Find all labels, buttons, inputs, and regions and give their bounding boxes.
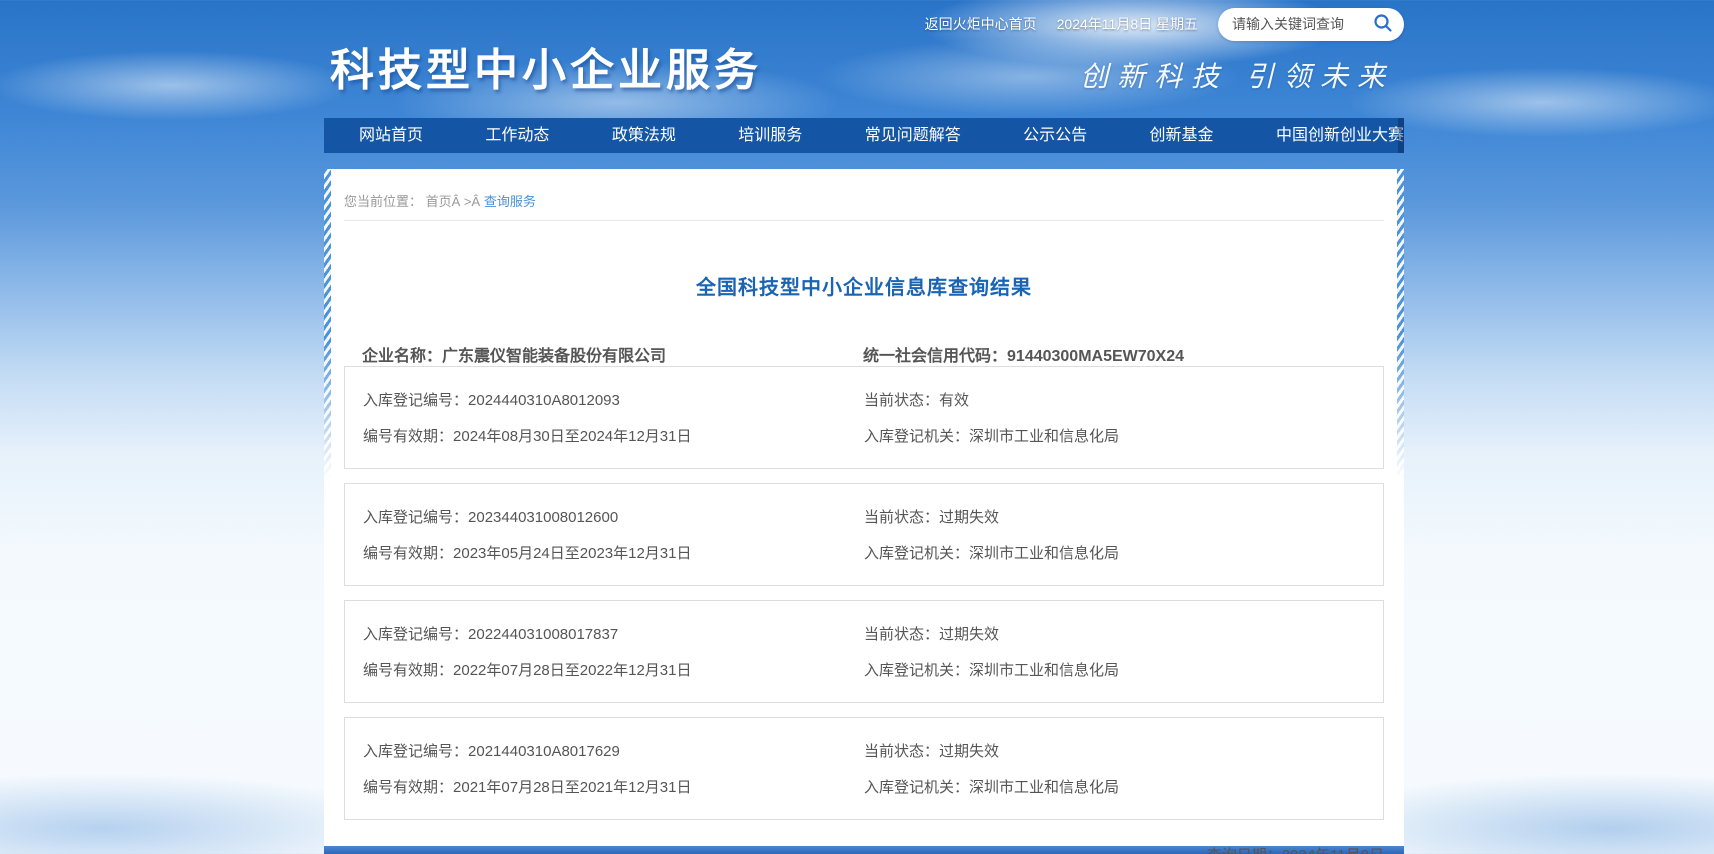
status-value: 过期失效 bbox=[939, 626, 1000, 643]
nav-item-work-news[interactable]: 工作动态 bbox=[485, 118, 549, 153]
site-slogan: 创新科技 引领未来 bbox=[1080, 60, 1394, 93]
search-button[interactable] bbox=[1371, 12, 1395, 36]
breadcrumb-current-link[interactable]: 查询服务 bbox=[484, 194, 536, 209]
search-icon bbox=[1373, 13, 1393, 36]
breadcrumb: 您当前位置： 首页Â >Â 查询服务 bbox=[324, 169, 1404, 210]
search-input[interactable] bbox=[1232, 16, 1371, 32]
search-box bbox=[1218, 7, 1404, 41]
current-status: 当前状态：过期失效 bbox=[864, 626, 1000, 643]
content-sheet: 您当前位置： 首页Â >Â 查询服务 全国科技型中小企业信息库查询结果 企业名称… bbox=[324, 169, 1404, 854]
registration-authority: 入库登记机关：深圳市工业和信息化局 bbox=[864, 545, 1120, 562]
breadcrumb-home: 首页Â >Â bbox=[425, 194, 484, 209]
credit-code: 统一社会信用代码：91440300MA5EW70X24 bbox=[863, 348, 1185, 365]
registration-number: 入库登记编号：2024440310A8012093 bbox=[363, 392, 620, 409]
topbar: 返回火炬中心首页 2024年11月8日 星期五 bbox=[925, 7, 1404, 41]
company-name: 企业名称：广东震仪智能装备股份有限公司 bbox=[362, 348, 667, 365]
page-container: 返回火炬中心首页 2024年11月8日 星期五 科技型中小企业服务 创新科技 引… bbox=[324, 0, 1404, 854]
nav-item-innovation-competition[interactable]: 中国创新创业大赛 bbox=[1276, 118, 1404, 153]
left-stripe-decoration bbox=[324, 169, 331, 479]
breadcrumb-label: 您当前位置： bbox=[344, 194, 423, 209]
nav-item-innovation-fund[interactable]: 创新基金 bbox=[1150, 118, 1214, 153]
nav-item-announcements[interactable]: 公示公告 bbox=[1023, 118, 1087, 153]
validity-period: 编号有效期：2021年07月28日至2021年12月31日 bbox=[363, 779, 692, 796]
registration-number: 入库登记编号：202344031008012600 bbox=[363, 509, 619, 526]
record-card: 入库登记编号：2021440310A8017629 当前状态：过期失效 编号有效… bbox=[344, 717, 1384, 820]
registration-number: 入库登记编号：202244031008017837 bbox=[363, 626, 619, 643]
status-value: 有效 bbox=[939, 392, 970, 409]
registration-authority: 入库登记机关：深圳市工业和信息化局 bbox=[864, 428, 1120, 445]
page-title: 全国科技型中小企业信息库查询结果 bbox=[696, 277, 1032, 299]
record-card: 入库登记编号：2024440310A8012093 当前状态：有效 编号有效期：… bbox=[344, 366, 1384, 469]
nav-item-training[interactable]: 培训服务 bbox=[738, 118, 802, 153]
site-logo: 科技型中小企业服务 bbox=[330, 46, 762, 95]
main-nav: 网站首页 工作动态 政策法规 培训服务 常见问题解答 公示公告 创新基金 中国创… bbox=[324, 118, 1404, 153]
validity-period: 编号有效期：2022年07月28日至2022年12月31日 bbox=[363, 662, 692, 679]
nav-item-home[interactable]: 网站首页 bbox=[359, 118, 423, 153]
validity-period: 编号有效期：2023年05月24日至2023年12月31日 bbox=[363, 545, 692, 562]
right-stripe-decoration bbox=[1397, 169, 1404, 479]
return-torch-center-link[interactable]: 返回火炬中心首页 bbox=[925, 14, 1037, 34]
registration-number: 入库登记编号：2021440310A8017629 bbox=[363, 743, 620, 760]
breadcrumb-divider bbox=[344, 220, 1384, 221]
record-card: 入库登记编号：202344031008012600 当前状态：过期失效 编号有效… bbox=[344, 483, 1384, 586]
nav-item-policies[interactable]: 政策法规 bbox=[612, 118, 676, 153]
current-status: 当前状态：过期失效 bbox=[864, 743, 1000, 760]
record-card: 入库登记编号：202244031008017837 当前状态：过期失效 编号有效… bbox=[344, 600, 1384, 703]
current-status: 当前状态：有效 bbox=[864, 392, 970, 409]
current-status: 当前状态：过期失效 bbox=[864, 509, 1000, 526]
registration-authority: 入库登记机关：深圳市工业和信息化局 bbox=[864, 662, 1120, 679]
site-header: 返回火炬中心首页 2024年11月8日 星期五 科技型中小企业服务 创新科技 引… bbox=[324, 0, 1404, 118]
nav-item-faq[interactable]: 常见问题解答 bbox=[865, 118, 961, 153]
company-info-row: 企业名称：广东震仪智能装备股份有限公司 统一社会信用代码：91440300MA5… bbox=[344, 342, 1384, 366]
query-date: 查询日期：2024年11月8日 bbox=[344, 844, 1384, 854]
current-date: 2024年11月8日 星期五 bbox=[1056, 16, 1198, 32]
validity-period: 编号有效期：2024年08月30日至2024年12月31日 bbox=[363, 428, 692, 445]
status-value: 过期失效 bbox=[939, 509, 1000, 526]
registration-authority: 入库登记机关：深圳市工业和信息化局 bbox=[864, 779, 1120, 796]
status-value: 过期失效 bbox=[939, 743, 1000, 760]
